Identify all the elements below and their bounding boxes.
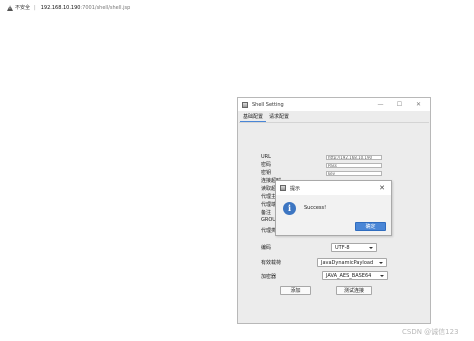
window-controls: — ☐ ✕ xyxy=(371,98,428,111)
url-host: 192.168.10.190 xyxy=(40,4,81,11)
url-label: URL xyxy=(261,154,271,160)
app-icon xyxy=(280,185,286,191)
payload-select[interactable]: JavaDynamicPayload xyxy=(317,258,387,267)
message-dialog: 提示 ✕ i Success! 确定 xyxy=(275,180,392,236)
chevron-down-icon xyxy=(379,262,383,264)
remark-label: 备注 xyxy=(261,210,272,216)
key-field[interactable]: key xyxy=(326,171,382,176)
address-separator: | xyxy=(34,4,36,11)
tab-basic-config[interactable]: 基础配置 xyxy=(240,112,267,122)
address-bar[interactable]: 不安全 | 192.168.10.190 :7001/shell/shell.j… xyxy=(0,0,474,15)
payload-value: JavaDynamicPayload xyxy=(321,259,374,266)
close-icon[interactable]: ✕ xyxy=(409,101,428,108)
security-label: 不安全 xyxy=(15,5,31,11)
maximize-icon[interactable]: ☐ xyxy=(390,101,409,108)
tab-bar: 基础配置 请求配置 xyxy=(240,112,292,122)
ok-button[interactable]: 确定 xyxy=(355,222,386,231)
add-button[interactable]: 添加 xyxy=(280,286,311,295)
payload-label: 有效载荷 xyxy=(261,260,282,266)
window-title: Shell Setting xyxy=(252,101,284,108)
cryption-value: JAVA_AES_BASE64 xyxy=(326,272,372,279)
password-field[interactable]: Pass xyxy=(326,163,382,168)
encoding-value: UTF-8 xyxy=(335,244,350,251)
cryption-label: 加密器 xyxy=(261,274,277,280)
chevron-down-icon xyxy=(369,247,373,249)
dialog-title: 提示 xyxy=(290,185,301,192)
test-connection-button[interactable]: 测试连接 xyxy=(336,286,372,295)
url-path: :7001/shell/shell.jsp xyxy=(80,4,131,11)
dialog-message: Success! xyxy=(304,205,327,211)
encoding-select[interactable]: UTF-8 xyxy=(331,243,377,252)
close-icon[interactable]: ✕ xyxy=(379,184,385,192)
app-icon xyxy=(242,101,248,108)
chevron-down-icon xyxy=(380,275,384,277)
minimize-icon[interactable]: — xyxy=(371,101,390,108)
window-titlebar[interactable]: Shell Setting — ☐ ✕ xyxy=(238,98,430,111)
password-label: 密码 xyxy=(261,162,272,168)
url-field[interactable]: http://192.168.10.190 xyxy=(326,155,382,160)
cryption-select[interactable]: JAVA_AES_BASE64 xyxy=(322,271,388,280)
info-icon: i xyxy=(283,202,296,215)
key-label: 密钥 xyxy=(261,170,272,176)
tab-request-config[interactable]: 请求配置 xyxy=(266,112,292,122)
encoding-label: 编码 xyxy=(261,245,272,251)
warning-icon xyxy=(7,4,13,11)
watermark: CSDN @诚信123 xyxy=(402,328,459,336)
dialog-titlebar[interactable]: 提示 ✕ xyxy=(276,181,391,195)
